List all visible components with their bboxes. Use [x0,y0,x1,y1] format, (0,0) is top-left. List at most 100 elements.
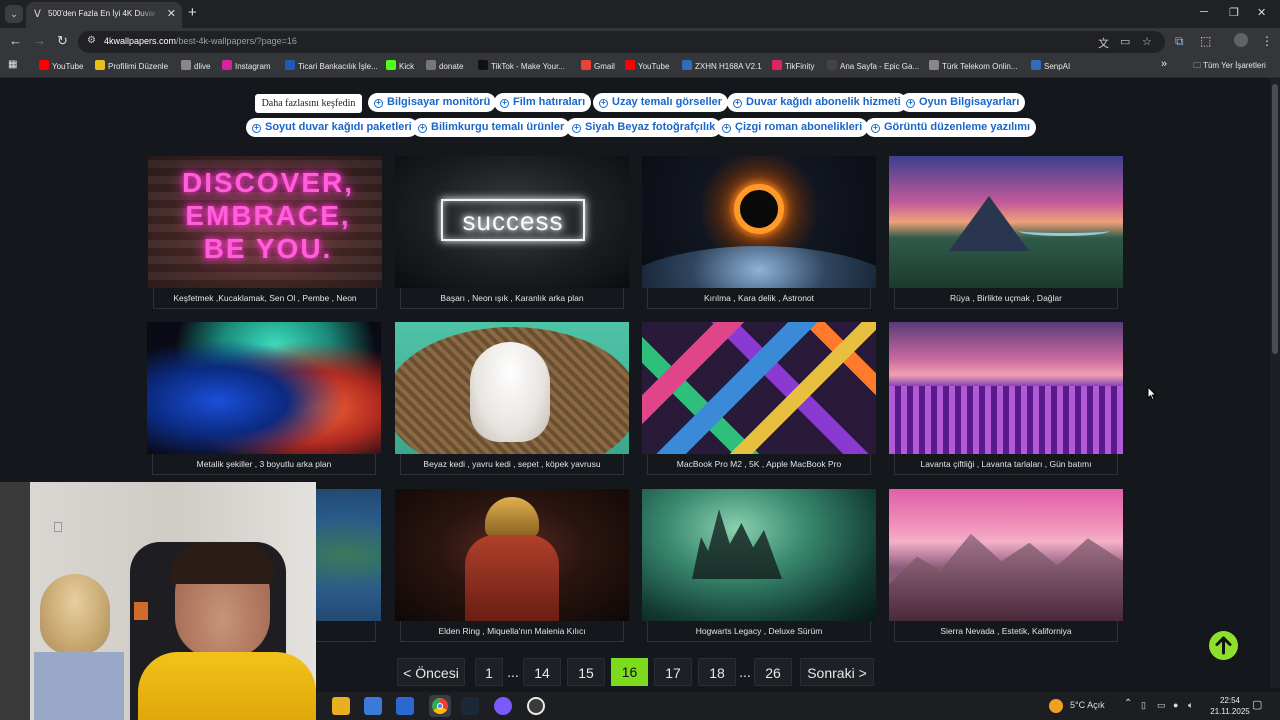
bookmark-item[interactable]: TikTok - Make Your... [478,60,565,73]
tray-overflow-icon[interactable]: ⌃ [1124,698,1132,709]
wallpaper-caption[interactable]: Elden Ring , Miquella'nın Malenia Kılıcı [400,621,624,642]
bookmark-item[interactable]: Ticari Bankacılık İşle... [285,60,378,73]
pagination-next-button[interactable]: Sonraki > [800,658,874,686]
suggestion-chip[interactable]: + Çizgi roman abonelikleri [716,118,869,137]
bookmark-item[interactable]: Profilimi Düzenle [95,60,168,73]
pagination-prev-button[interactable]: < Öncesi [397,658,465,686]
translate-extension-icon[interactable]: ⧉ [1175,34,1184,49]
clock-date[interactable]: 21.11.2025 [1204,707,1256,716]
bookmark-item[interactable]: Türk Telekom Onlin... [929,60,1017,73]
mouse-cursor-icon [1147,386,1157,401]
wallpaper-caption[interactable]: Başarı , Neon ışık , Karanlık arka plan [400,288,624,309]
store-icon[interactable] [364,697,382,715]
wallpaper-thumbnail[interactable] [642,489,876,621]
bookmark-item[interactable]: dlive [181,60,210,73]
suggestion-chip[interactable]: + Siyah Beyaz fotoğrafçılık [566,118,722,137]
bookmark-item[interactable]: donate [426,60,463,73]
pagination-page-17[interactable]: 17 [654,658,692,686]
wallpaper-thumbnail[interactable] [642,322,876,454]
weather-text[interactable]: 5°C Açık [1070,700,1105,710]
notifications-icon[interactable]: ▢ [1252,698,1262,711]
wallpaper-thumbnail[interactable] [889,156,1123,288]
wallpaper-caption[interactable]: Hogwarts Legacy , Deluxe Sürüm [647,621,871,642]
tray-app-icon[interactable]: ▯ [1141,700,1146,711]
bookmark-star-icon[interactable]: ☆ [1142,35,1152,48]
tab-close-icon[interactable]: ✕ [167,7,176,20]
scrollbar-thumb[interactable] [1272,84,1278,354]
bookmarks-overflow-icon[interactable]: » [1161,58,1167,70]
pagination-page-16-current[interactable]: 16 [611,658,648,686]
all-bookmarks-folder[interactable]: 🗀 Tüm Yer İşaretleri [1193,60,1266,72]
wallpaper-caption[interactable]: Lavanta çiftliği , Lavanta tarlaları , G… [894,454,1118,475]
suggestion-chip[interactable]: + Duvar kağıdı abonelik hizmeti [727,93,907,112]
wallpaper-thumbnail[interactable] [889,322,1123,454]
mail-icon[interactable] [396,697,414,715]
suggestion-chip[interactable]: + Soyut duvar kağıdı paketleri [246,118,418,137]
wallpaper-caption[interactable]: Beyaz kedi , yavru kedi , sepet , köpek … [400,454,624,475]
chrome-taskbar-button[interactable] [429,695,451,717]
clock-time[interactable]: 22:54 [1204,696,1256,705]
url-text[interactable]: 4kwallpapers.com/best-4k-wallpapers/?pag… [104,36,297,46]
volume-icon[interactable]: 🔈︎ [1188,700,1193,711]
bookmark-item[interactable]: Instagram [222,60,271,73]
suggestion-chip[interactable]: + Bilimkurgu temalı ürünler [412,118,571,137]
scroll-to-top-button[interactable] [1209,631,1238,660]
steam-icon[interactable] [461,697,479,715]
site-info-icon[interactable]: ⚙ [87,35,96,46]
wallpaper-caption[interactable]: Kırılma , Kara delik , Astronot [647,288,871,309]
wallpaper-caption[interactable]: Sierra Nevada , Estetik, Kaliforniya [894,621,1118,642]
pagination-page-26[interactable]: 26 [754,658,792,686]
wallpaper-thumbnail[interactable] [395,322,629,454]
bookmark-item[interactable]: Ana Sayfa - Epic Ga... [827,60,919,73]
menu-kebab-icon[interactable]: ⋮ [1261,34,1273,48]
pagination-page-18[interactable]: 18 [698,658,736,686]
bookmark-item[interactable]: TikFinity [772,60,814,73]
bookmark-favicon-icon [581,60,591,70]
suggestion-chip[interactable]: + Görüntü düzenleme yazılımı [865,118,1037,137]
tab-search-dropdown-icon[interactable]: ⌄ [5,5,23,23]
forward-icon[interactable]: → [33,34,46,48]
wallpaper-caption[interactable]: Rüya , Birlikte uçmak , Dağlar [894,288,1118,309]
apps-grid-icon[interactable]: ▦ [8,59,17,71]
pagination-page-14[interactable]: 14 [523,658,561,686]
reload-icon[interactable]: ↻ [57,34,68,48]
minimize-icon[interactable]: ─ [1200,6,1208,18]
wallpaper-thumbnail[interactable]: success [395,156,629,288]
profile-avatar[interactable] [1234,33,1248,47]
wallpaper-caption[interactable]: MacBook Pro M2 , 5K , Apple MacBook Pro [647,454,871,475]
new-tab-button[interactable]: + [188,5,197,20]
extensions-icon[interactable]: ⬚ [1200,34,1211,48]
wallpaper-caption[interactable]: Keşfetmek ,Kucaklamak, Sen Ol , Pembe , … [153,288,377,309]
wallpaper-thumbnail[interactable] [395,489,629,621]
suggestion-chip[interactable]: + Oyun Bilgisayarları [900,93,1026,112]
restore-icon[interactable]: ❐ [1229,6,1239,19]
discord-icon[interactable] [494,697,512,715]
bookmark-item[interactable]: ZXHN H168A V2.1 [682,60,762,73]
cast-icon[interactable]: ▭ [1120,35,1130,48]
bookmark-item[interactable]: SenpAI [1031,60,1070,73]
wallpaper-thumbnail[interactable]: DISCOVER, EMBRACE, BE YOU. [148,156,382,288]
file-explorer-icon[interactable] [332,697,350,715]
page-scrollbar[interactable] [1270,78,1280,688]
suggestion-chip[interactable]: + Bilgisayar monitörü [368,93,497,112]
wallpaper-thumbnail[interactable] [889,489,1123,621]
bookmark-item[interactable]: Gmail [581,60,615,73]
wallpaper-thumbnail[interactable] [147,322,381,454]
network-icon[interactable]: ▭ [1157,700,1166,711]
obs-icon[interactable] [527,697,545,715]
close-window-icon[interactable]: ✕ [1257,6,1266,19]
tab-active[interactable]: ⴸ 500'den Fazla En İyi 4K Duvar Kağıdı ✕ [26,2,182,28]
wallpaper-caption[interactable]: Metalik şekiller , 3 boyutlu arka plan [152,454,376,475]
pagination-page-15[interactable]: 15 [567,658,605,686]
suggestion-chip[interactable]: + Film hatıraları [494,93,592,112]
wallpaper-thumbnail[interactable] [642,156,876,288]
bookmark-item[interactable]: YouTube [625,60,669,73]
microphone-icon[interactable]: ● [1173,700,1178,710]
translate-icon[interactable]: 文 [1098,35,1109,51]
bookmark-item[interactable]: YouTube [39,60,83,73]
suggestion-chip[interactable]: + Uzay temalı görseller [593,93,729,112]
address-bar[interactable]: ⚙ 4kwallpapers.com/best-4k-wallpapers/?p… [78,31,1165,53]
bookmark-item[interactable]: Kick [386,60,414,73]
pagination-page-1[interactable]: 1 [475,658,503,686]
back-icon[interactable]: ← [9,34,22,48]
